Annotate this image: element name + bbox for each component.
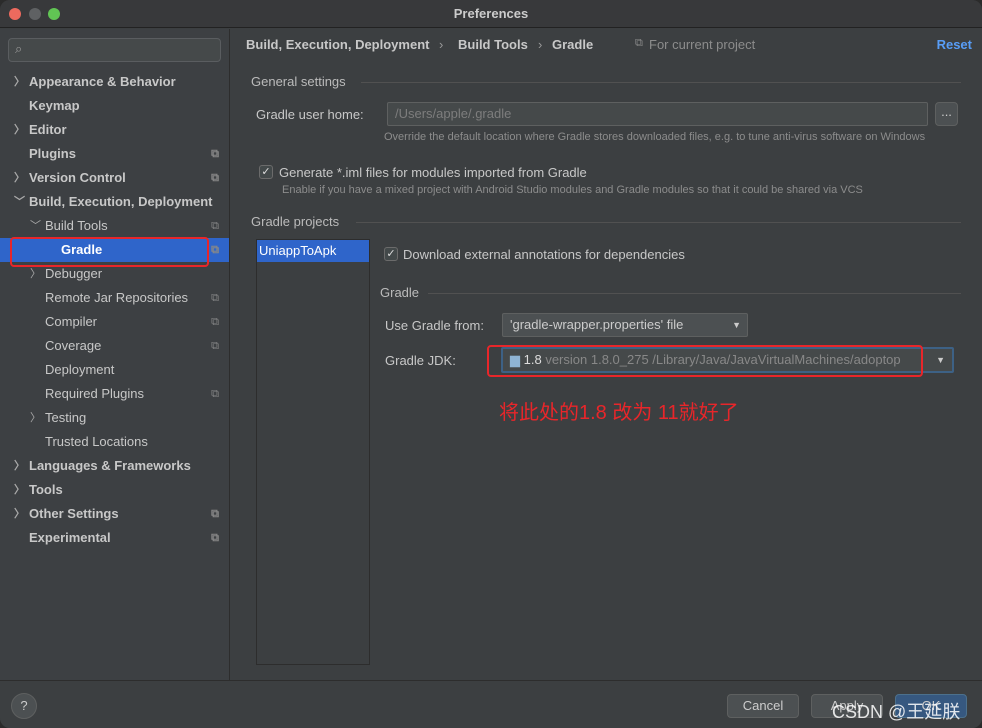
dropdown-arrow-icon: ▼ bbox=[732, 320, 741, 330]
minimize-window-button[interactable] bbox=[29, 8, 41, 20]
chevron-right-icon: 〉 bbox=[14, 124, 25, 136]
chevron-right-icon: 〉 bbox=[14, 484, 25, 496]
chevron-right-icon: 〉 bbox=[14, 172, 25, 184]
chevron-down-icon: ﹀ bbox=[14, 196, 25, 208]
preferences-window: Preferences ⌕ 〉 Appearance & Behavior Key… bbox=[0, 0, 982, 728]
sidebar-item-experimental[interactable]: Experimental ⧉ bbox=[0, 526, 229, 550]
gradle-section-title: Gradle bbox=[380, 285, 420, 300]
chevron-right-icon: 〉 bbox=[14, 76, 25, 88]
zoom-window-button[interactable] bbox=[48, 8, 60, 20]
dialog-footer: ? Cancel Apply OK CSDN @王延朕 bbox=[0, 680, 982, 728]
sidebar-item-deployment[interactable]: Deployment bbox=[0, 358, 229, 382]
chevron-right-icon: 〉 bbox=[14, 460, 25, 472]
sidebar-item-other-settings[interactable]: 〉 Other Settings ⧉ bbox=[0, 502, 229, 526]
search-input[interactable]: ⌕ bbox=[8, 38, 221, 62]
copy-icon: ⧉ bbox=[211, 316, 219, 328]
title-bar: Preferences bbox=[0, 0, 982, 28]
chevron-down-icon: ﹀ bbox=[30, 220, 41, 232]
breadcrumb-item[interactable]: Build, Execution, Deployment bbox=[246, 37, 429, 52]
copy-icon: ⧉ bbox=[211, 532, 219, 544]
annotation-text: 将此处的1.8 改为 11就好了 bbox=[499, 402, 739, 424]
sidebar-item-build-tools[interactable]: ﹀ Build Tools ⧉ bbox=[0, 214, 229, 238]
project-list: UniappToApk bbox=[256, 239, 370, 665]
copy-icon: ⧉ bbox=[211, 388, 219, 400]
copy-icon: ⧉ bbox=[211, 508, 219, 520]
sidebar-item-trusted-locations[interactable]: Trusted Locations bbox=[0, 430, 229, 454]
gradle-projects-title: Gradle projects bbox=[251, 214, 340, 229]
sidebar-item-version-control[interactable]: 〉 Version Control ⧉ bbox=[0, 166, 229, 190]
sidebar-item-coverage[interactable]: Coverage ⧉ bbox=[0, 334, 229, 358]
gradle-user-home-label: Gradle user home: bbox=[256, 107, 364, 122]
sidebar-item-appearance[interactable]: 〉 Appearance & Behavior bbox=[0, 70, 229, 94]
divider bbox=[361, 82, 961, 83]
sidebar-item-build-execution-deployment[interactable]: ﹀ Build, Execution, Deployment bbox=[0, 190, 229, 214]
watermark: CSDN @王延朕 bbox=[832, 702, 961, 722]
close-window-button[interactable] bbox=[9, 8, 21, 20]
sidebar-item-required-plugins[interactable]: Required Plugins ⧉ bbox=[0, 382, 229, 406]
copy-icon: ⧉ bbox=[211, 172, 219, 184]
sidebar-item-keymap[interactable]: Keymap bbox=[0, 94, 229, 118]
highlight-box bbox=[10, 237, 209, 267]
breadcrumb-separator: › bbox=[439, 37, 444, 52]
breadcrumb-separator: › bbox=[538, 37, 543, 52]
use-gradle-from-label: Use Gradle from: bbox=[385, 318, 484, 333]
sidebar-item-languages-frameworks[interactable]: 〉 Languages & Frameworks bbox=[0, 454, 229, 478]
sidebar-item-remote-jar[interactable]: Remote Jar Repositories ⧉ bbox=[0, 286, 229, 310]
gradle-jdk-label: Gradle JDK: bbox=[385, 353, 456, 368]
generate-iml-checkbox[interactable]: ✓ bbox=[259, 165, 273, 179]
breadcrumb-item: Gradle bbox=[552, 37, 594, 52]
dropdown-arrow-icon: ▼ bbox=[933, 349, 948, 371]
search-icon: ⌕ bbox=[15, 41, 23, 56]
divider bbox=[428, 293, 961, 294]
breadcrumb-item[interactable]: Build Tools bbox=[458, 37, 528, 52]
gradle-user-home-hint: Override the default location where Grad… bbox=[384, 131, 926, 143]
gradle-user-home-input[interactable]: /Users/apple/.gradle bbox=[387, 102, 928, 126]
browse-button[interactable]: ... bbox=[935, 102, 958, 126]
sidebar: ⌕ 〉 Appearance & Behavior Keymap 〉 Editor … bbox=[0, 29, 230, 680]
general-settings-title: General settings bbox=[251, 74, 346, 89]
copy-icon: ⧉ bbox=[211, 292, 219, 304]
help-button[interactable]: ? bbox=[11, 693, 37, 719]
copy-icon: ⧉ bbox=[211, 244, 219, 256]
scope-label: For current project bbox=[649, 37, 756, 52]
highlight-box bbox=[487, 345, 923, 377]
sidebar-item-compiler[interactable]: Compiler ⧉ bbox=[0, 310, 229, 334]
cancel-button[interactable]: Cancel bbox=[727, 694, 799, 718]
sidebar-item-plugins[interactable]: Plugins ⧉ bbox=[0, 142, 229, 166]
copy-icon: ⧉ bbox=[211, 340, 219, 352]
divider bbox=[356, 222, 961, 223]
sidebar-item-editor[interactable]: 〉 Editor bbox=[0, 118, 229, 142]
use-gradle-from-select[interactable]: 'gradle-wrapper.properties' file ▼ bbox=[502, 313, 748, 337]
settings-panel: Build, Execution, Deployment › Build Too… bbox=[231, 29, 982, 680]
download-annotations-checkbox[interactable]: ✓ bbox=[384, 247, 398, 261]
generate-iml-label: Generate *.iml files for modules importe… bbox=[279, 165, 587, 180]
copy-icon: ⧉ bbox=[211, 148, 219, 160]
chevron-right-icon: 〉 bbox=[30, 412, 41, 424]
reset-link[interactable]: Reset bbox=[937, 37, 972, 52]
window-title: Preferences bbox=[453, 6, 529, 21]
generate-iml-hint: Enable if you have a mixed project with … bbox=[282, 184, 863, 196]
project-list-item[interactable]: UniappToApk bbox=[257, 240, 369, 262]
sidebar-item-testing[interactable]: 〉 Testing bbox=[0, 406, 229, 430]
copy-icon: ⧉ bbox=[211, 220, 219, 232]
sidebar-item-tools[interactable]: 〉 Tools bbox=[0, 478, 229, 502]
chevron-right-icon: 〉 bbox=[14, 508, 25, 520]
copy-icon: ⧉ bbox=[635, 37, 643, 49]
download-annotations-label: Download external annotations for depend… bbox=[403, 247, 685, 262]
